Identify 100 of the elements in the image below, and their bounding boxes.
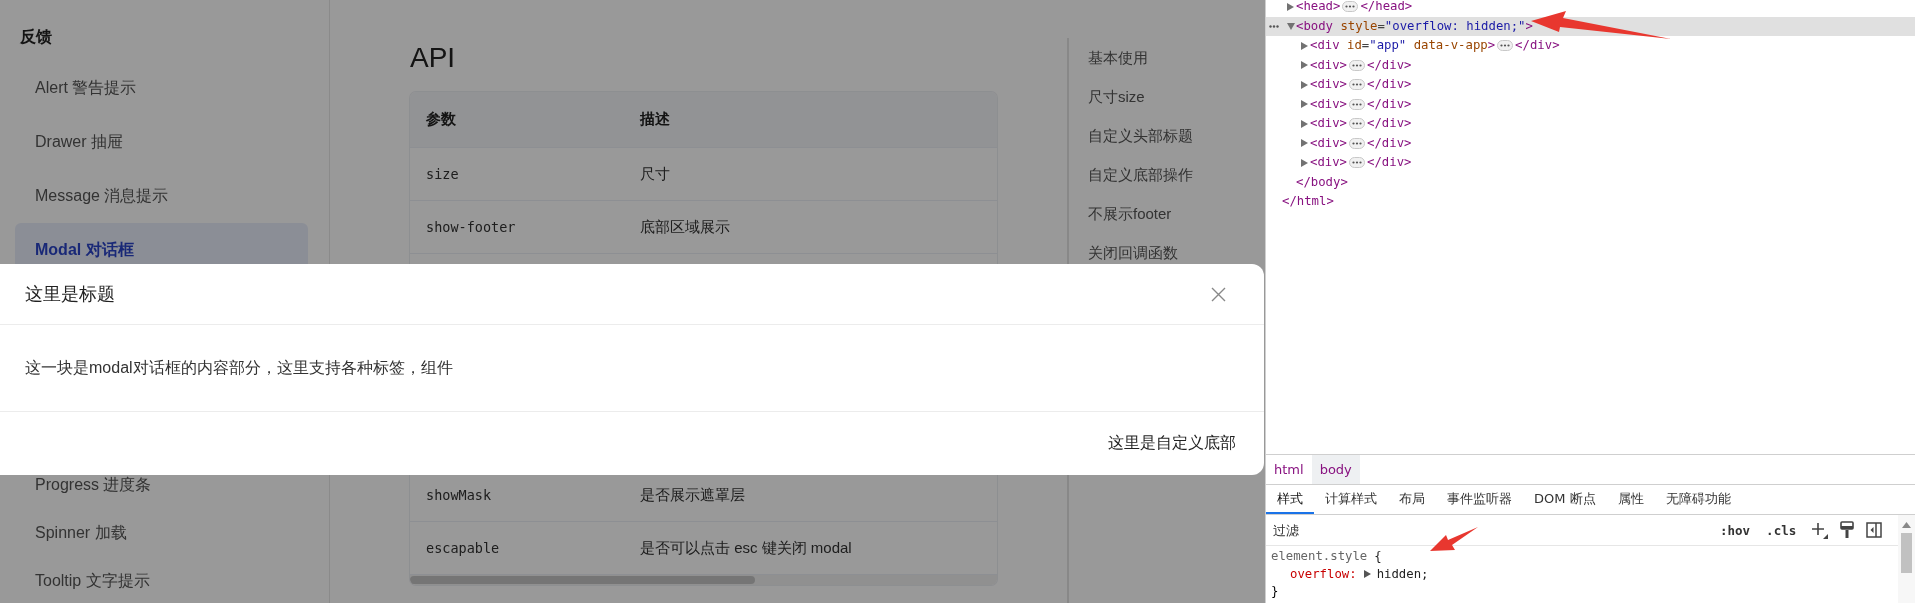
dialog-title: 这里是标题 <box>25 283 115 306</box>
ellipsis-icon <box>1349 137 1366 149</box>
html-tag: </body> <box>1296 172 1348 192</box>
more-icon <box>1269 24 1279 28</box>
html-tag: </div> <box>1367 153 1412 173</box>
expand-arrow-icon[interactable] <box>1287 2 1294 11</box>
ellipsis-icon <box>1349 118 1366 130</box>
expand-arrow-icon[interactable] <box>1301 139 1308 148</box>
attribute-equals: = <box>1361 37 1370 54</box>
expand-arrow-icon[interactable] <box>1301 158 1308 167</box>
anchor-link[interactable]: 自定义头部标题 <box>1088 116 1193 155</box>
anchor-link[interactable]: 基本使用 <box>1088 38 1148 77</box>
tab[interactable]: 计算样式 <box>1314 485 1388 514</box>
ellipsis-icon <box>1349 59 1366 71</box>
dom-tree-row[interactable]: <div> </div> <box>1266 133 1915 153</box>
annotation-arrow <box>1430 527 1478 551</box>
sidebar-item[interactable]: Drawer 抽屉 <box>15 115 308 169</box>
sidebar-item[interactable]: Alert 警告提示 <box>15 61 308 115</box>
html-tag: > <box>1487 36 1496 56</box>
html-tag: > <box>1525 16 1533 36</box>
toggle-button[interactable]: :hov <box>1716 520 1755 540</box>
close-button[interactable] <box>1211 286 1226 302</box>
attribute-equals: = <box>1377 17 1385 35</box>
attribute-value: "app" <box>1369 37 1407 54</box>
page-title: API <box>410 41 456 75</box>
expand-arrow-icon[interactable] <box>1301 119 1308 128</box>
html-tag: <div> <box>1310 55 1348 75</box>
table-cell-text: 是否展示遮罩层 <box>639 485 745 505</box>
sidebar-item[interactable]: Spinner 加载 <box>15 509 308 557</box>
dom-tree-row[interactable]: <div> </div> <box>1266 94 1915 114</box>
attribute-name: style <box>1340 17 1378 35</box>
tab[interactable]: 布局 <box>1388 485 1436 514</box>
toggle-button[interactable]: .cls <box>1762 520 1801 540</box>
dom-tree-row[interactable]: <div> </div> <box>1266 153 1915 173</box>
expand-arrow-icon[interactable] <box>1301 61 1308 70</box>
html-tag: <div <box>1310 36 1340 56</box>
dom-tree-row[interactable]: <div id="app" data-v-app> </div> <box>1266 36 1915 56</box>
tab[interactable]: 样式 <box>1266 485 1314 514</box>
html-tag: </div> <box>1515 36 1560 56</box>
css-property: overflow: <box>1290 565 1357 583</box>
anchor-link[interactable]: 自定义底部操作 <box>1088 155 1193 194</box>
brush-button[interactable] <box>1838 519 1857 541</box>
dom-tree-row[interactable]: <div> </div> <box>1266 55 1915 75</box>
html-tag: </div> <box>1367 94 1412 114</box>
dom-tree-row[interactable]: <div> </div> <box>1266 114 1915 134</box>
sidebar-item[interactable]: Tooltip 文字提示 <box>15 557 308 603</box>
scroll-up-icon <box>1902 522 1911 528</box>
css-value: hidden; <box>1376 565 1429 583</box>
css-brace: } <box>1271 583 1279 600</box>
dialog-footer-text: 这里是自定义底部 <box>1108 433 1236 453</box>
sidebar-toggle-button[interactable] <box>1864 520 1885 540</box>
ellipsis-icon <box>1349 157 1366 169</box>
close-icon <box>1211 286 1226 302</box>
html-tag: </div> <box>1367 55 1412 75</box>
tab[interactable]: DOM 断点 <box>1523 485 1607 514</box>
breadcrumb-item[interactable]: html <box>1266 455 1312 484</box>
plus-icon <box>1810 521 1829 539</box>
table-cell-text: escapable <box>425 540 501 556</box>
dom-tree-row[interactable]: <div> </div> <box>1266 75 1915 95</box>
table-cell-text: show-footer <box>425 219 517 235</box>
scrollbar[interactable] <box>410 575 997 585</box>
html-tag: <div> <box>1310 75 1348 95</box>
tab[interactable]: 属性 <box>1606 485 1655 514</box>
anchor-link[interactable]: 尺寸size <box>1088 77 1145 116</box>
ellipsis-icon <box>1349 98 1366 110</box>
sidebar-item[interactable]: Message 消息提示 <box>15 169 308 223</box>
html-tag: </div> <box>1367 114 1412 134</box>
html-tag: </div> <box>1367 75 1412 95</box>
table-header-cell-text: 参数 <box>425 110 457 129</box>
table-cell-text: size <box>425 166 460 182</box>
dialog-body-text: 这一块是modal对话框的内容部分，这里支持各种标签，组件 <box>25 357 453 378</box>
expand-arrow-icon <box>1363 570 1371 579</box>
html-tag: <div> <box>1310 114 1348 134</box>
expand-arrow-icon[interactable] <box>1301 80 1308 89</box>
html-tag: <div> <box>1310 94 1348 114</box>
tab[interactable]: 事件监听器 <box>1436 485 1523 514</box>
brush-icon <box>1840 521 1855 539</box>
dom-tree-row[interactable]: <head> </head> <box>1266 0 1915 17</box>
expand-arrow-icon[interactable] <box>1301 41 1308 50</box>
css-selector: element.style <box>1271 548 1368 565</box>
collapse-arrow-icon[interactable] <box>1287 22 1295 30</box>
html-tag: </head> <box>1360 0 1413 17</box>
section-heading: 反馈 <box>20 27 52 47</box>
anchor-link[interactable]: 不展示footer <box>1088 194 1172 233</box>
html-tag: <head> <box>1296 0 1341 17</box>
attribute-name: id <box>1347 37 1362 54</box>
css-brace: { <box>1374 548 1382 565</box>
sidebar-icon <box>1866 522 1883 538</box>
dom-tree-row[interactable]: <body style="overflow: hidden;"> <box>1266 16 1915 36</box>
table-cell-text: showMask <box>425 487 493 503</box>
breadcrumb-item[interactable]: body <box>1311 455 1360 484</box>
tab[interactable]: 无障碍功能 <box>1654 485 1742 514</box>
expand-arrow-icon[interactable] <box>1301 100 1308 109</box>
html-tag: </div> <box>1367 133 1412 153</box>
html-tag: <div> <box>1310 133 1348 153</box>
table-cell-text: 底部区域展示 <box>639 217 730 237</box>
html-tag: <div> <box>1310 153 1348 173</box>
scrollbar[interactable] <box>1898 515 1915 603</box>
ellipsis-icon <box>1349 79 1366 91</box>
attribute-value: "overflow: hidden;" <box>1384 17 1526 35</box>
